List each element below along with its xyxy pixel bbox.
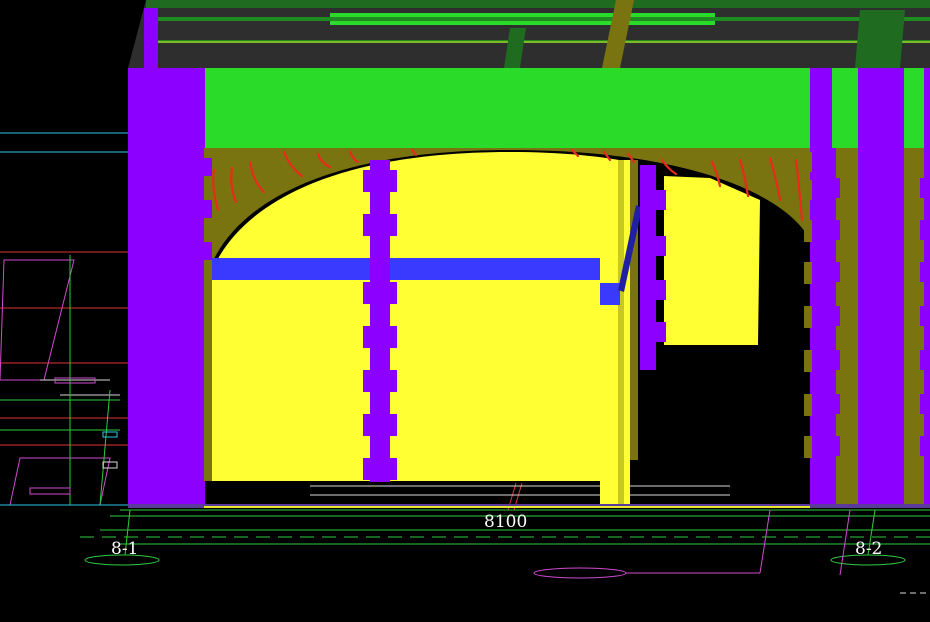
base-strip (128, 504, 930, 508)
axis-label-left: 8-1 (111, 539, 139, 559)
cad-3d-viewport[interactable]: 8100 8-1 8-2 (0, 0, 930, 622)
dimension-label-total: 8100 (484, 512, 528, 532)
plan-linework-bottom (80, 482, 930, 594)
axis-label-right: 8-2 (855, 539, 883, 559)
plan-linework-left (0, 132, 128, 506)
ring-beam (128, 68, 930, 148)
model-scene (0, 0, 930, 594)
right-column (804, 68, 930, 508)
left-column (128, 68, 212, 508)
roof-structure (128, 0, 930, 68)
